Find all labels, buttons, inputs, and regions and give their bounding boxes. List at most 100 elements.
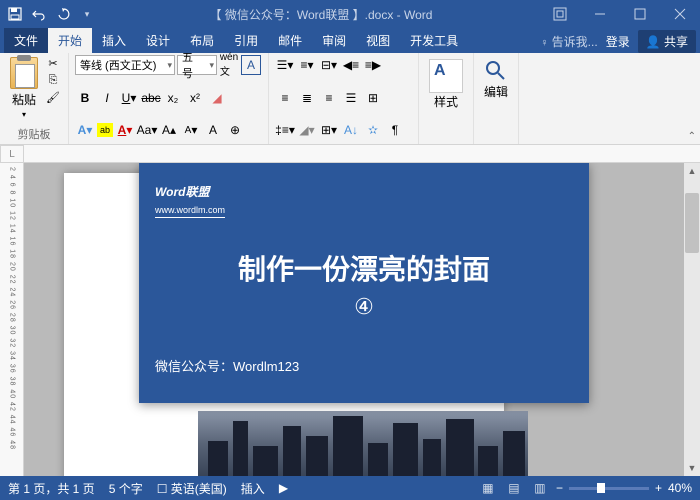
scroll-thumb[interactable] (685, 193, 699, 253)
bullets-button[interactable]: ☰▾ (275, 55, 295, 75)
italic-button[interactable]: I (97, 88, 117, 108)
paste-icon (10, 57, 38, 89)
language-status[interactable]: ☐ 英语(美国) (157, 480, 227, 497)
font-color-button[interactable]: A▾ (115, 120, 135, 140)
zoom-level[interactable]: 40% (668, 481, 692, 495)
quick-access-toolbar: ▾ (0, 3, 102, 25)
share-button[interactable]: 👤 共享 (638, 30, 696, 53)
char-border-button[interactable]: A (241, 55, 261, 75)
paragraph-group: ☰▾ ≡▾ ⊟▾ ◀≡ ≡▶ ≡ ≣ ≡ ☰ ⊞ ‡≡▾ ◢▾ ⊞▾ A↓ ✫ … (269, 53, 419, 144)
vertical-ruler[interactable]: 2 4 6 8 10 12 14 16 18 20 22 24 26 28 30… (0, 163, 24, 476)
tell-me[interactable]: ♀ 告诉我... (540, 33, 597, 50)
show-marks-button[interactable]: ✫ (363, 120, 383, 140)
close-button[interactable] (660, 0, 700, 28)
distribute-button[interactable]: ⊞ (363, 88, 383, 108)
highlight-button[interactable]: ab (97, 123, 113, 137)
macro-status[interactable]: ▶ (279, 481, 288, 495)
word-count[interactable]: 5 个字 (109, 480, 143, 497)
tab-design[interactable]: 设计 (136, 28, 180, 53)
shading-button[interactable]: ◢▾ (297, 120, 317, 140)
clipboard-group: 粘贴 ▾ ✂ ⎘ 🖌 剪贴板 (0, 53, 69, 144)
decrease-indent-button[interactable]: ◀≡ (341, 55, 361, 75)
paragraph-marks-button[interactable]: ¶ (385, 120, 405, 140)
align-center-button[interactable]: ≣ (297, 88, 317, 108)
window-controls (540, 0, 700, 28)
cover-number: ④ (155, 294, 573, 320)
tab-developer[interactable]: 开发工具 (400, 28, 468, 53)
status-bar: 第 1 页，共 1 页 5 个字 ☐ 英语(美国) 插入 ▶ ▦ ▤ ▥ − +… (0, 476, 700, 500)
subscript-button[interactable]: x₂ (163, 88, 183, 108)
tab-home[interactable]: 开始 (48, 28, 92, 53)
insert-mode[interactable]: 插入 (241, 480, 265, 497)
change-case-button[interactable]: Aa▾ (137, 120, 157, 140)
save-button[interactable] (4, 3, 26, 25)
format-painter-button[interactable]: 🖌 (44, 89, 62, 105)
help-button[interactable] (540, 0, 580, 28)
maximize-button[interactable] (620, 0, 660, 28)
editing-button[interactable]: 编辑 (480, 55, 512, 104)
align-left-button[interactable]: ≡ (275, 88, 295, 108)
underline-button[interactable]: U▾ (119, 88, 139, 108)
ribbon: 粘贴 ▾ ✂ ⎘ 🖌 剪贴板 等线 (西文正文) 五号 wén文 A B I U… (0, 53, 700, 145)
web-layout-button[interactable]: ▥ (530, 480, 550, 496)
clear-format-button[interactable]: ◢ (207, 88, 227, 108)
find-icon (484, 59, 508, 83)
document-title: 【 微信公众号：Word联盟 】.docx - Word (102, 6, 540, 23)
tab-mailings[interactable]: 邮件 (268, 28, 312, 53)
borders-button[interactable]: ⊞▾ (319, 120, 339, 140)
justify-button[interactable]: ☰ (341, 88, 361, 108)
align-right-button[interactable]: ≡ (319, 88, 339, 108)
cover-image (198, 411, 528, 476)
zoom-out-button[interactable]: − (556, 481, 563, 495)
cover-overlay: Word联盟 www.wordlm.com 制作一份漂亮的封面 ④ 微信公众号：… (139, 163, 589, 403)
superscript-button[interactable]: x² (185, 88, 205, 108)
qat-customize[interactable]: ▾ (76, 3, 98, 25)
page-count[interactable]: 第 1 页，共 1 页 (8, 480, 95, 497)
minimize-button[interactable] (580, 0, 620, 28)
horizontal-ruler[interactable] (24, 145, 700, 163)
cover-footer: 微信公众号：Wordlm123 (155, 356, 573, 375)
vertical-scrollbar[interactable]: ▲ ▼ (684, 163, 700, 476)
ruler-corner[interactable]: L (0, 145, 24, 163)
font-size-combo[interactable]: 五号 (177, 55, 217, 75)
editing-group: 编辑 (474, 53, 519, 144)
bold-button[interactable]: B (75, 88, 95, 108)
print-layout-button[interactable]: ▤ (504, 480, 524, 496)
zoom-slider[interactable] (569, 487, 649, 490)
enclose-char-button[interactable]: A (203, 120, 223, 140)
cut-button[interactable]: ✂ (44, 55, 62, 71)
paste-button[interactable]: 粘贴 ▾ (6, 55, 42, 121)
zoom-in-button[interactable]: + (655, 481, 662, 495)
sort-button[interactable]: A↓ (341, 120, 361, 140)
page-container[interactable]: Word联盟 www.wordlm.com 制作一份漂亮的封面 ④ 微信公众号：… (24, 163, 700, 476)
styles-button[interactable]: 样式 (425, 55, 467, 114)
tab-insert[interactable]: 插入 (92, 28, 136, 53)
font-group: 等线 (西文正文) 五号 wén文 A B I U▾ abc x₂ x² ◢ A… (69, 53, 269, 144)
char-shading-button[interactable]: ⊕ (225, 120, 245, 140)
login-button[interactable]: 登录 (606, 33, 630, 50)
collapse-ribbon-button[interactable]: ⌃ (688, 131, 696, 142)
numbering-button[interactable]: ≡▾ (297, 55, 317, 75)
strikethrough-button[interactable]: abc (141, 88, 161, 108)
tab-review[interactable]: 审阅 (312, 28, 356, 53)
redo-button[interactable] (52, 3, 74, 25)
tab-view[interactable]: 视图 (356, 28, 400, 53)
tab-references[interactable]: 引用 (224, 28, 268, 53)
title-bar: ▾ 【 微信公众号：Word联盟 】.docx - Word (0, 0, 700, 28)
grow-font-button[interactable]: A▴ (159, 120, 179, 140)
line-spacing-button[interactable]: ‡≡▾ (275, 120, 295, 140)
increase-indent-button[interactable]: ≡▶ (363, 55, 383, 75)
font-name-combo[interactable]: 等线 (西文正文) (75, 55, 175, 75)
multilevel-button[interactable]: ⊟▾ (319, 55, 339, 75)
undo-button[interactable] (28, 3, 50, 25)
cover-title: 制作一份漂亮的封面 (155, 248, 573, 288)
shrink-font-button[interactable]: A▾ (181, 120, 201, 140)
text-effects-button[interactable]: A▾ (75, 120, 95, 140)
read-mode-button[interactable]: ▦ (478, 480, 498, 496)
tab-file[interactable]: 文件 (4, 28, 48, 53)
scroll-down-button[interactable]: ▼ (684, 460, 700, 476)
copy-button[interactable]: ⎘ (44, 72, 62, 88)
cover-logo-sub: www.wordlm.com (155, 205, 225, 218)
phonetic-guide-button[interactable]: wén文 (219, 55, 239, 75)
scroll-up-button[interactable]: ▲ (684, 163, 700, 179)
